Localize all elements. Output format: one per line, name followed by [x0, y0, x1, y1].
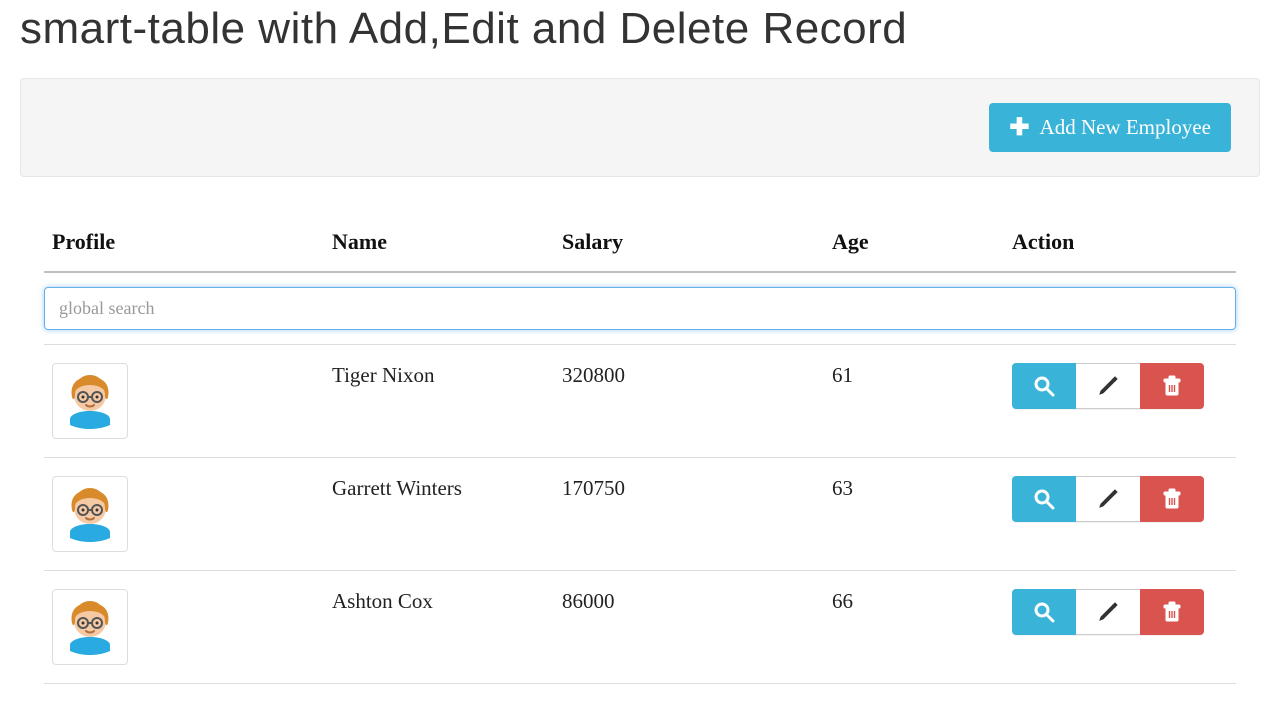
view-button[interactable] [1012, 589, 1076, 635]
cell-age: 63 [824, 458, 1004, 571]
trash-icon [1161, 375, 1183, 397]
view-button[interactable] [1012, 476, 1076, 522]
col-header-age[interactable]: Age [824, 219, 1004, 272]
cell-name: Ashton Cox [324, 571, 554, 684]
table-row: Tiger Nixon32080061 [44, 345, 1236, 458]
search-icon [1033, 375, 1055, 397]
cell-name: Garrett Winters [324, 458, 554, 571]
avatar-icon [58, 369, 122, 433]
pencil-icon [1097, 488, 1119, 510]
action-group [1012, 363, 1204, 409]
col-header-profile[interactable]: Profile [44, 219, 324, 272]
edit-button[interactable] [1076, 476, 1140, 522]
action-group [1012, 589, 1204, 635]
search-input[interactable] [44, 287, 1236, 330]
add-employee-label: Add New Employee [1040, 115, 1211, 140]
cell-name: Tiger Nixon [324, 345, 554, 458]
table-row: Garrett Winters17075063 [44, 458, 1236, 571]
search-icon [1033, 488, 1055, 510]
avatar-icon [58, 482, 122, 546]
trash-icon [1161, 488, 1183, 510]
trash-icon [1161, 601, 1183, 623]
edit-button[interactable] [1076, 363, 1140, 409]
avatar [52, 589, 128, 665]
plus-icon: ✚ [1009, 116, 1029, 140]
avatar [52, 363, 128, 439]
delete-button[interactable] [1140, 589, 1204, 635]
edit-button[interactable] [1076, 589, 1140, 635]
avatar-icon [58, 595, 122, 659]
table-row: Ashton Cox8600066 [44, 571, 1236, 684]
page-title: smart-table with Add,Edit and Delete Rec… [20, 0, 1260, 54]
toolbar-panel: ✚ Add New Employee [20, 78, 1260, 177]
cell-age: 66 [824, 571, 1004, 684]
cell-salary: 86000 [554, 571, 824, 684]
delete-button[interactable] [1140, 363, 1204, 409]
col-header-name[interactable]: Name [324, 219, 554, 272]
employee-table: Profile Name Salary Age Action Tiger Nix… [44, 219, 1236, 684]
col-header-action: Action [1004, 219, 1236, 272]
avatar [52, 476, 128, 552]
col-header-salary[interactable]: Salary [554, 219, 824, 272]
view-button[interactable] [1012, 363, 1076, 409]
cell-salary: 170750 [554, 458, 824, 571]
pencil-icon [1097, 375, 1119, 397]
search-icon [1033, 601, 1055, 623]
cell-salary: 320800 [554, 345, 824, 458]
delete-button[interactable] [1140, 476, 1204, 522]
action-group [1012, 476, 1204, 522]
add-employee-button[interactable]: ✚ Add New Employee [989, 103, 1231, 152]
pencil-icon [1097, 601, 1119, 623]
cell-age: 61 [824, 345, 1004, 458]
